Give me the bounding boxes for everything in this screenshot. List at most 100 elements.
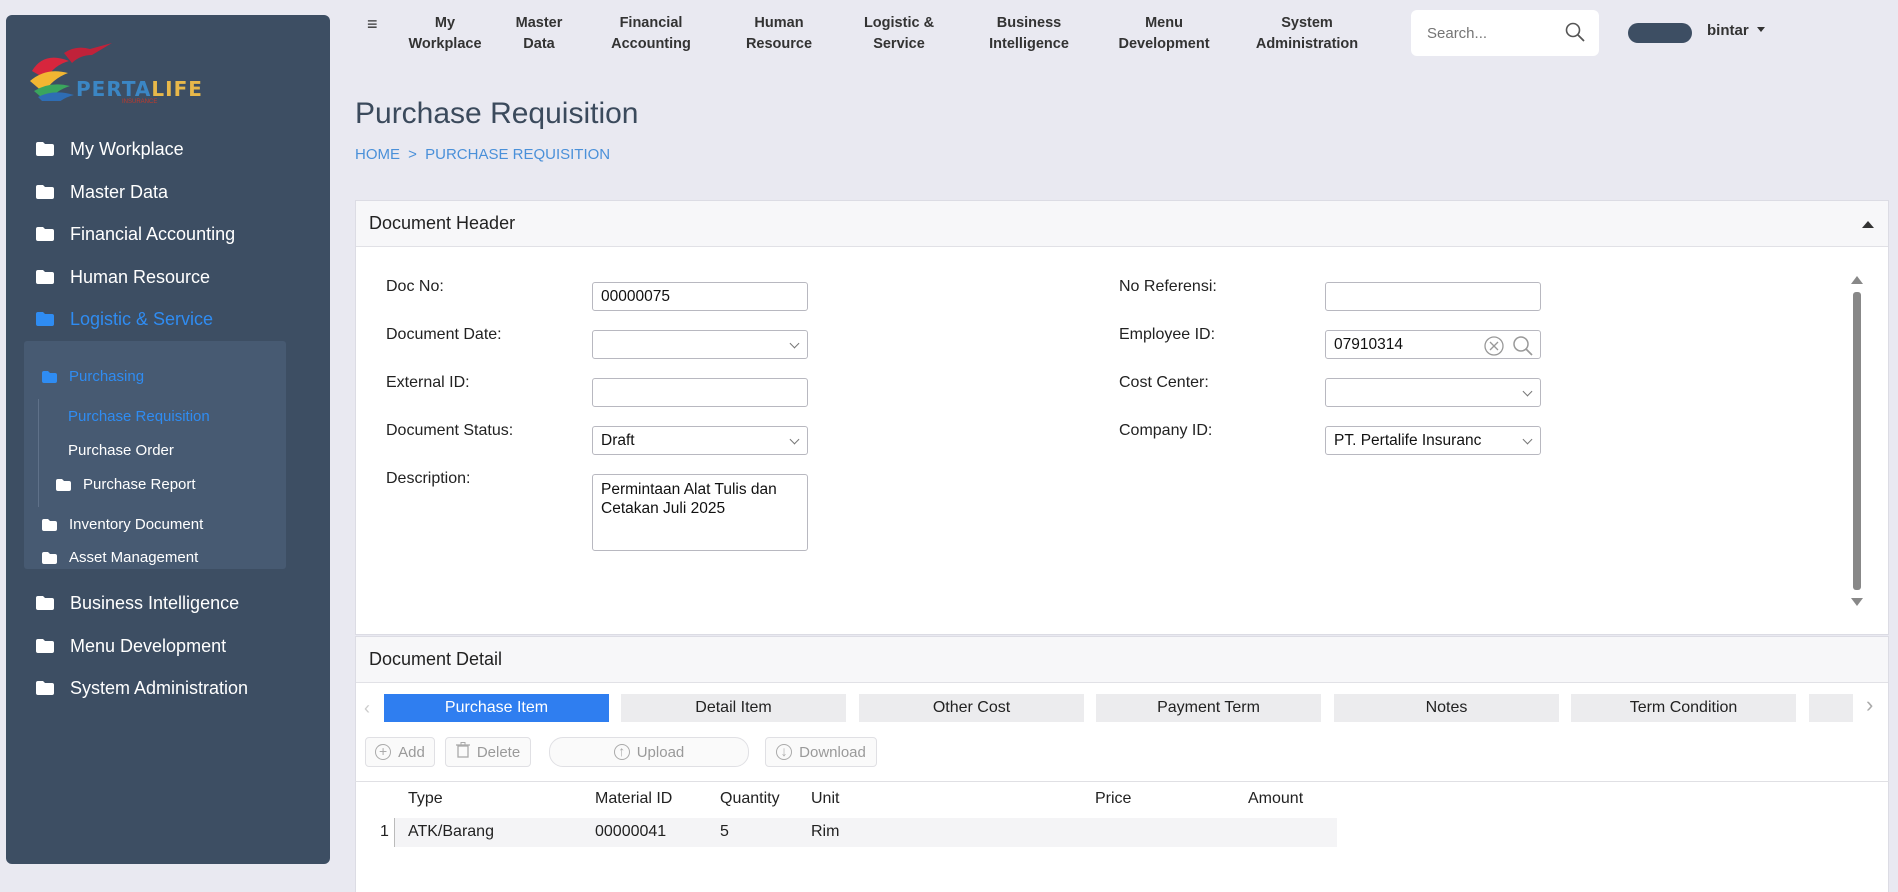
topnav-label: System	[1281, 15, 1333, 31]
submenu-purchase-report[interactable]: Purchase Report	[56, 476, 196, 493]
breadcrumb-home[interactable]: HOME	[355, 146, 400, 163]
sidebar-item-label: Logistic & Service	[70, 309, 214, 329]
topnav-logistic-service[interactable]: Logistic & Service	[853, 13, 945, 55]
topnav-label: My	[434, 15, 456, 31]
column-header-type[interactable]: Type	[408, 790, 443, 808]
plus-circle-icon: +	[375, 744, 392, 760]
submenu-purchasing[interactable]: Purchasing	[42, 368, 144, 385]
tabs-scroll-left-icon[interactable]: ‹	[364, 698, 370, 719]
topnav-financial-accounting[interactable]: Financial Accounting	[605, 13, 697, 55]
no-referensi-field[interactable]	[1325, 282, 1541, 311]
sidebar-item-logistic-service[interactable]: Logistic & Service	[36, 309, 213, 330]
submenu-inventory-document[interactable]: Inventory Document	[42, 516, 203, 533]
cell-material-id[interactable]: 00000041	[595, 823, 666, 841]
topnav-label: Administration	[1255, 36, 1359, 52]
scroll-down-icon[interactable]	[1851, 598, 1863, 606]
doc-no-label: Doc No:	[386, 278, 444, 295]
submenu-label: Purchasing	[69, 368, 145, 385]
trash-icon	[455, 742, 470, 762]
employee-id-field[interactable]: 07910314	[1325, 330, 1541, 359]
column-header-unit[interactable]: Unit	[811, 790, 839, 808]
submenu-label: Purchase Report	[83, 476, 196, 493]
description-textarea[interactable]: Permintaan Alat Tulis dan Cetakan Juli 2…	[592, 474, 808, 551]
topnav-menu-development[interactable]: Menu Development	[1114, 13, 1214, 55]
column-header-price[interactable]: Price	[1095, 790, 1131, 808]
tab-purchase-item[interactable]: Purchase Item	[384, 694, 609, 722]
tab-term-condition[interactable]: Term Condition	[1571, 694, 1796, 722]
delete-button[interactable]: Delete	[445, 737, 531, 767]
scrollbar-thumb[interactable]	[1853, 292, 1861, 590]
folder-icon	[36, 142, 56, 157]
sidebar-item-my-workplace[interactable]: My Workplace	[36, 139, 184, 160]
tab-notes[interactable]: Notes	[1334, 694, 1559, 722]
topnav-business-intelligence[interactable]: Business Intelligence	[979, 13, 1079, 55]
cost-center-select[interactable]	[1325, 378, 1541, 407]
tab-overflow[interactable]	[1809, 694, 1853, 722]
topnav-label: Menu	[1145, 15, 1183, 31]
add-button[interactable]: + Add	[365, 737, 435, 767]
avatar[interactable]	[1628, 23, 1692, 43]
folder-icon	[36, 681, 56, 696]
tab-other-cost[interactable]: Other Cost	[859, 694, 1084, 722]
company-id-select[interactable]: PT. Pertalife Insuranc	[1325, 426, 1541, 455]
cell-unit[interactable]: Rim	[811, 823, 839, 841]
document-detail-title[interactable]: Document Detail	[356, 637, 1888, 683]
external-id-label: External ID:	[386, 374, 470, 391]
document-header-title[interactable]: Document Header	[356, 201, 1888, 247]
sidebar-item-business-intelligence[interactable]: Business Intelligence	[36, 593, 239, 614]
tabs-scroll-right-icon[interactable]: ›	[1866, 692, 1873, 718]
column-header-quantity[interactable]: Quantity	[720, 790, 780, 808]
sidebar-item-financial-accounting[interactable]: Financial Accounting	[36, 224, 235, 245]
doc-no-field[interactable]: 00000075	[592, 282, 808, 311]
topnav-label: Development	[1118, 36, 1210, 52]
user-menu[interactable]: bintar	[1707, 22, 1765, 39]
submenu-label: Asset Management	[69, 549, 199, 566]
cell-type[interactable]: ATK/Barang	[408, 823, 494, 841]
submenu-purchase-order[interactable]: Purchase Order	[68, 442, 174, 459]
breadcrumb-separator: >	[408, 146, 417, 163]
topnav-my-workplace[interactable]: My Workplace	[399, 13, 491, 55]
document-date-select[interactable]	[592, 330, 808, 359]
sidebar-item-label: My Workplace	[70, 139, 184, 159]
topnav-master-data[interactable]: Master Data	[499, 13, 579, 55]
grid-top-border	[355, 781, 1889, 782]
company-logo: PERTALIFE INSURANCE	[24, 31, 202, 121]
tab-payment-term[interactable]: Payment Term	[1096, 694, 1321, 722]
topnav-label: Workplace	[408, 36, 482, 52]
topnav-label: Human	[754, 15, 804, 31]
table-row[interactable]	[395, 818, 1337, 847]
topnav-system-administration[interactable]: System Administration	[1247, 13, 1367, 55]
search-icon[interactable]	[1565, 22, 1585, 47]
row-number: 1	[380, 823, 389, 840]
sidebar-item-label: Business Intelligence	[70, 593, 240, 613]
sidebar-item-human-resource[interactable]: Human Resource	[36, 267, 210, 288]
lookup-search-icon[interactable]	[1512, 335, 1534, 357]
collapse-up-icon[interactable]	[1862, 221, 1874, 228]
column-header-amount[interactable]: Amount	[1248, 790, 1303, 808]
topnav-human-resource[interactable]: Human Resource	[733, 13, 825, 55]
folder-icon	[36, 270, 56, 285]
scroll-up-icon[interactable]	[1851, 276, 1863, 284]
folder-icon	[36, 312, 56, 327]
sidebar-item-system-administration[interactable]: System Administration	[36, 678, 248, 699]
cell-quantity[interactable]: 5	[720, 823, 729, 841]
submenu-asset-management[interactable]: Asset Management	[42, 549, 198, 566]
external-id-field[interactable]	[592, 378, 808, 407]
document-date-label: Document Date:	[386, 326, 502, 343]
upload-button[interactable]: ↑ Upload	[549, 737, 749, 767]
search-input[interactable]	[1427, 24, 1557, 42]
submenu-purchase-requisition[interactable]: Purchase Requisition	[68, 408, 210, 425]
topnav-label: Service	[873, 36, 925, 52]
hamburger-menu-icon[interactable]: ≡	[367, 14, 378, 35]
clear-icon[interactable]	[1484, 336, 1504, 356]
tab-detail-item[interactable]: Detail Item	[621, 694, 846, 722]
sidebar-item-menu-development[interactable]: Menu Development	[36, 636, 226, 657]
card-title: Document Header	[369, 213, 516, 233]
download-button[interactable]: ↓ Download	[765, 737, 877, 767]
folder-icon	[56, 478, 71, 491]
sidebar-item-master-data[interactable]: Master Data	[36, 182, 168, 203]
document-status-select[interactable]: Draft	[592, 426, 808, 455]
header-scrollbar[interactable]	[1851, 276, 1863, 606]
upload-button-label: Upload	[636, 743, 685, 761]
column-header-material-id[interactable]: Material ID	[595, 790, 672, 808]
